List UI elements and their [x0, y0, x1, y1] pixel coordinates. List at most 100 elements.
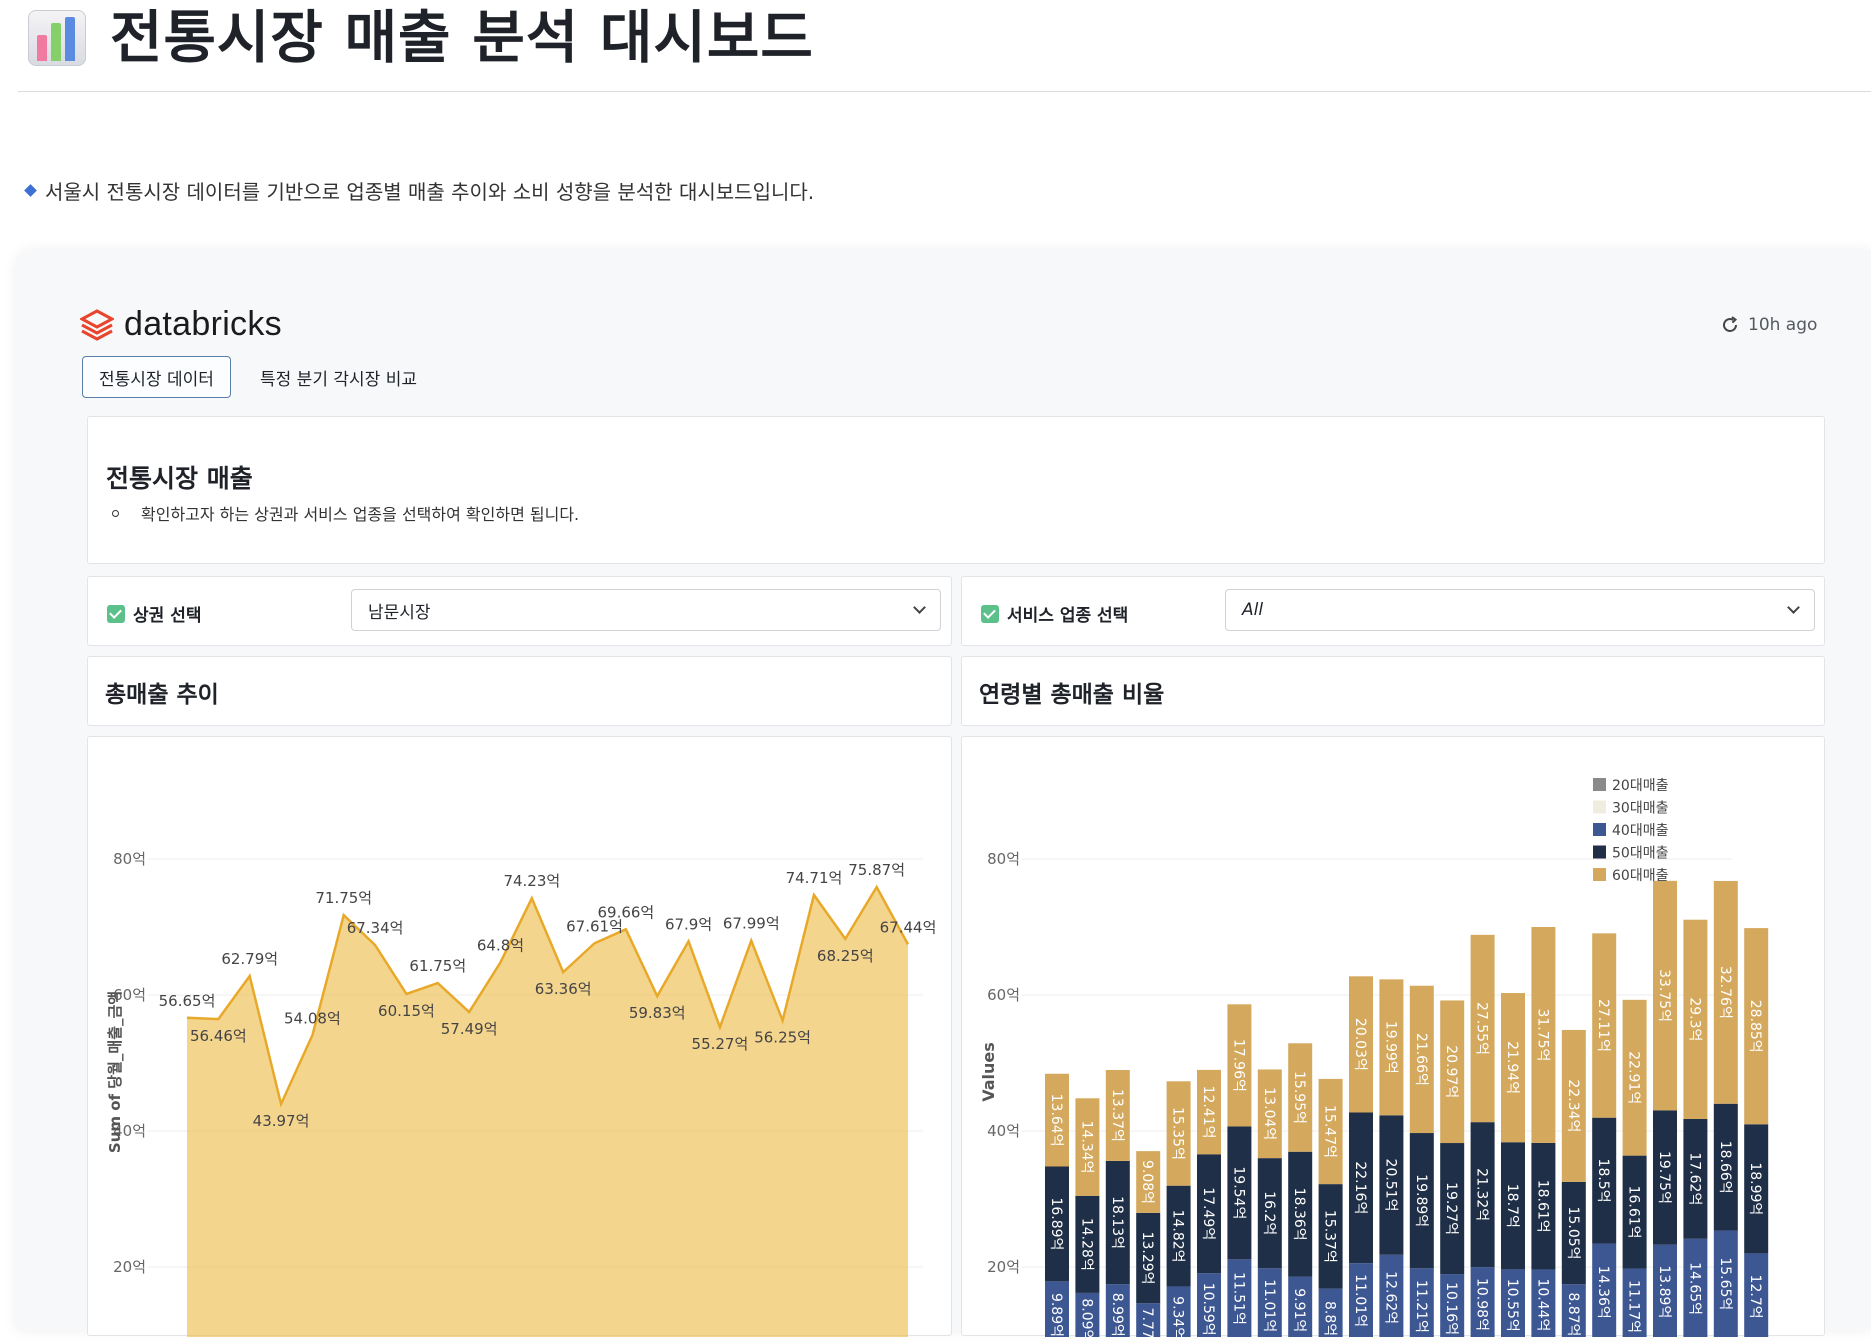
left-panel-title: 총매출 추이	[105, 675, 219, 709]
bar-data-label: 19.27억	[1443, 1182, 1459, 1235]
intro-bullet-text: 확인하고자 하는 상권과 서비스 업종을 선택하여 확인하면 됩니다.	[141, 501, 579, 525]
bar-data-label: 21.66억	[1413, 1033, 1429, 1086]
legend-label: 60대매출	[1612, 868, 1669, 884]
databricks-header: databricks	[80, 305, 282, 344]
tab-traditional-market-data[interactable]: 전통시장 데이터	[82, 356, 231, 398]
bar-data-label: 16.61억	[1626, 1186, 1642, 1239]
bar-data-label: 7.77억	[1139, 1308, 1155, 1337]
bar-data-label: 11.01억	[1352, 1274, 1368, 1327]
bar-data-label: 9.89억	[1048, 1293, 1064, 1337]
bar-data-label: 13.37억	[1109, 1089, 1125, 1142]
stacked-bar-chart-card: 80억60억40억20억Values7.51억9.89억16.89억13.64억…	[961, 736, 1825, 1336]
tab-quarter-market-compare[interactable]: 특정 분기 각시장 비교	[244, 356, 433, 398]
bar-data-label: 15.37억	[1322, 1210, 1338, 1263]
bar-data-label: 17.49억	[1200, 1187, 1216, 1240]
refresh-button[interactable]: 10h ago	[1720, 315, 1817, 335]
bar-data-label: 14.36억	[1595, 1266, 1611, 1319]
bar-data-label: 31.75억	[1534, 1008, 1550, 1061]
bar-data-label: 29.3억	[1686, 997, 1702, 1041]
bar-data-label: 17.96억	[1230, 1039, 1246, 1092]
bar-data-label: 18.36억	[1291, 1188, 1307, 1241]
check-icon	[981, 605, 999, 623]
databricks-logo-icon	[80, 308, 114, 342]
data-label: 54.08억	[284, 1009, 341, 1027]
bar-data-label: 18.66억	[1717, 1141, 1733, 1194]
service-select-value: All	[1242, 600, 1263, 620]
bar-data-label: 9.08억	[1139, 1160, 1155, 1204]
bar-data-label: 18.13억	[1109, 1196, 1125, 1249]
legend-swatch	[1593, 778, 1606, 791]
data-label: 71.75억	[315, 889, 372, 907]
bar-data-label: 14.34억	[1078, 1121, 1094, 1174]
bar-data-label: 14.28억	[1078, 1218, 1094, 1271]
bar-data-label: 27.11억	[1595, 999, 1611, 1052]
bar-data-label: 15.95억	[1291, 1071, 1307, 1124]
page-description-text: 서울시 전통시장 데이터를 기반으로 업종별 매출 추이와 소비 성향을 분석한…	[45, 176, 814, 205]
bar-data-label: 9.91억	[1291, 1288, 1307, 1332]
bar-data-label: 20.51억	[1382, 1159, 1398, 1212]
bar-data-label: 15.65억	[1717, 1257, 1733, 1310]
bar-data-label: 11.21억	[1413, 1280, 1429, 1333]
data-label: 68.25억	[817, 947, 874, 965]
bar-data-label: 21.94억	[1504, 1041, 1520, 1094]
y-tick-label: 20억	[113, 1258, 146, 1276]
bar-data-label: 18.7억	[1504, 1184, 1520, 1228]
bar-data-label: 12.41억	[1200, 1086, 1216, 1139]
bar-chart-icon	[28, 10, 86, 66]
data-label: 55.27억	[692, 1035, 749, 1053]
bar-data-label: 10.44억	[1534, 1278, 1550, 1331]
data-label: 59.83억	[629, 1004, 686, 1022]
bar-data-label: 15.47억	[1322, 1105, 1338, 1158]
market-filter-label: 상권 선택	[107, 601, 201, 626]
bar-data-label: 18.5억	[1595, 1159, 1611, 1203]
data-label: 43.97억	[253, 1112, 310, 1130]
bar-data-label: 15.05억	[1565, 1207, 1581, 1260]
bar-data-label: 19.99억	[1382, 1021, 1398, 1074]
data-label: 56.25억	[754, 1029, 811, 1047]
bar-data-label: 9.34억	[1170, 1296, 1186, 1337]
data-label: 60.15억	[378, 1002, 435, 1020]
y-tick-label: 60억	[987, 986, 1020, 1004]
age-sales-stacked-bar-chart: 80억60억40억20억Values7.51억9.89억16.89억13.64억…	[962, 737, 1824, 1337]
bar-data-label: 33.75억	[1656, 969, 1672, 1022]
total-sales-area-chart: 80억60억40억20억Sum of 당월_매출_금액56.65억56.46억6…	[88, 737, 951, 1337]
refresh-time: 10h ago	[1748, 315, 1817, 335]
bar-data-label: 17.62억	[1686, 1152, 1702, 1205]
left-panel-header: 총매출 추이	[87, 656, 952, 726]
bar-data-label: 11.17억	[1626, 1280, 1642, 1333]
data-label: 67.34억	[347, 919, 404, 937]
market-select[interactable]: 남문시장	[351, 589, 941, 631]
bar-data-label: 32.76억	[1717, 966, 1733, 1019]
page-header: 전통시장 매출 분석 대시보드	[18, 0, 1871, 92]
y-axis-label: Sum of 당월_매출_금액	[106, 991, 124, 1153]
y-tick-label: 20억	[987, 1258, 1020, 1276]
legend-label: 30대매출	[1612, 801, 1669, 817]
bar-data-label: 16.89억	[1048, 1197, 1064, 1250]
page-description: 서울시 전통시장 데이터를 기반으로 업종별 매출 추이와 소비 성향을 분석한…	[26, 176, 814, 205]
bar-data-label: 10.55억	[1504, 1279, 1520, 1332]
bar-data-label: 10.59억	[1200, 1283, 1216, 1336]
intro-bullet: 확인하고자 하는 상권과 서비스 업종을 선택하여 확인하면 됩니다.	[112, 501, 579, 525]
data-label: 56.65억	[159, 992, 216, 1010]
bar-data-label: 15.35억	[1170, 1107, 1186, 1160]
bar-data-label: 8.8억	[1322, 1301, 1338, 1336]
y-tick-label: 80억	[987, 850, 1020, 868]
bar-data-label: 27.55억	[1474, 1002, 1490, 1055]
databricks-brand: databricks	[124, 305, 282, 344]
bar-data-label: 10.98억	[1474, 1278, 1490, 1331]
service-select[interactable]: All	[1225, 589, 1815, 631]
chevron-down-icon	[913, 601, 926, 614]
legend-label: 40대매출	[1612, 823, 1669, 839]
data-label: 56.46억	[190, 1027, 247, 1045]
y-axis-label: Values	[979, 1042, 998, 1102]
data-label: 61.75억	[409, 957, 466, 975]
bar-data-label: 13.29억	[1139, 1232, 1155, 1285]
bar-data-label: 19.89억	[1413, 1174, 1429, 1227]
data-label: 67.9억	[665, 915, 712, 933]
bar-data-label: 22.91억	[1626, 1051, 1642, 1104]
bar-data-label: 16.2억	[1261, 1191, 1277, 1235]
bar-data-label: 13.04억	[1261, 1087, 1277, 1140]
bar-data-label: 21.32억	[1474, 1168, 1490, 1221]
service-filter-label: 서비스 업종 선택	[981, 601, 1128, 626]
bar-data-label: 11.51억	[1230, 1272, 1246, 1325]
